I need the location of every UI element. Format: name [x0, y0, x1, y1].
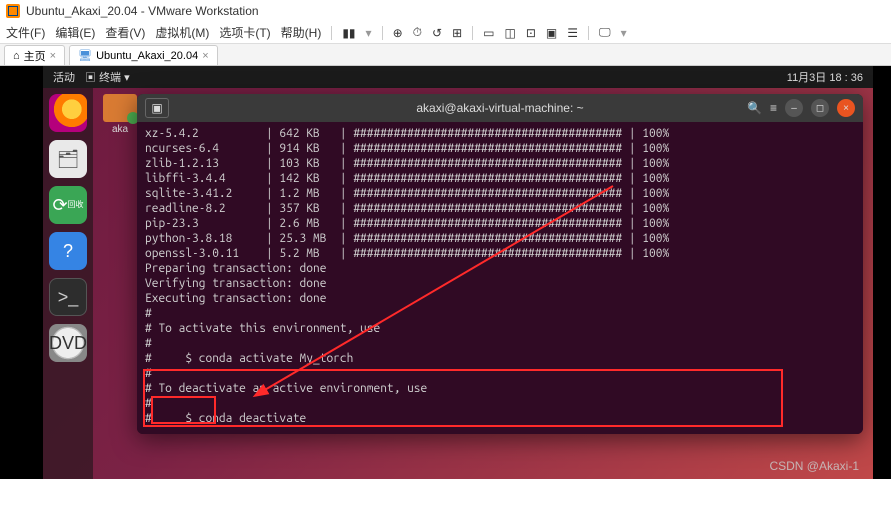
- separator: [382, 26, 383, 40]
- vmware-titlebar: Ubuntu_Akaxi_20.04 - VMware Workstation: [0, 0, 891, 22]
- focused-app-indicator[interactable]: ▣ 终端 ▾: [85, 69, 130, 85]
- tab-home[interactable]: ⌂ 主页 ×: [4, 45, 65, 65]
- separator: [588, 26, 589, 40]
- dock-files-icon[interactable]: 🗂: [49, 140, 87, 178]
- menu-view[interactable]: 查看(V): [105, 24, 145, 41]
- multimon-icon[interactable]: ▣: [546, 26, 557, 40]
- terminal-icon: ▣: [85, 72, 99, 84]
- snapshot-manager-icon[interactable]: ⊞: [452, 26, 462, 40]
- tab-vm-label: Ubuntu_Akaxi_20.04: [96, 50, 198, 62]
- separator: [472, 26, 473, 40]
- fullscreen-icon[interactable]: ▭: [483, 26, 494, 40]
- desktop-folder-label: aka: [112, 124, 128, 135]
- close-icon[interactable]: ×: [202, 50, 208, 62]
- dock-terminal-icon[interactable]: >_: [49, 278, 87, 316]
- activities-button[interactable]: 活动: [53, 69, 75, 85]
- snapshot-revert-icon[interactable]: ↺: [432, 26, 442, 40]
- vmware-tabstrip: ⌂ 主页 × 🖥 Ubuntu_Akaxi_20.04 ×: [0, 44, 891, 66]
- vm-dropdown-icon[interactable]: ▾: [366, 26, 372, 40]
- menu-vm[interactable]: 虚拟机(M): [155, 24, 209, 41]
- folder-icon: [103, 94, 137, 122]
- terminal-window[interactable]: ▣ akaxi@akaxi-virtual-machine: ~ 🔍 ≡ – ◻…: [137, 94, 863, 434]
- menu-edit[interactable]: 编辑(E): [55, 24, 95, 41]
- library-icon[interactable]: ☰: [567, 26, 578, 40]
- menu-tabs[interactable]: 选项卡(T): [219, 24, 270, 41]
- watermark: CSDN @Akaxi-1: [769, 459, 859, 473]
- close-icon[interactable]: ×: [50, 50, 56, 62]
- unity-icon[interactable]: ◫: [504, 26, 515, 40]
- snapshot-icon[interactable]: ⏱: [413, 25, 422, 40]
- pause-icon[interactable]: ▮▮: [342, 26, 355, 40]
- send-ctrlaltdel-icon[interactable]: ⊕: [393, 26, 403, 40]
- menu-file[interactable]: 文件(F): [6, 24, 45, 41]
- separator: [331, 26, 332, 40]
- guest-display: 活动 ▣ 终端 ▾ 11月3日 18 : 36 🗂 ⟳回收 ? >_ DVD a…: [0, 66, 891, 479]
- guest-letterbox-left: [0, 66, 43, 479]
- terminal-titlebar[interactable]: ▣ akaxi@akaxi-virtual-machine: ~ 🔍 ≡ – ◻…: [137, 94, 863, 122]
- dock-firefox-icon[interactable]: [49, 94, 87, 132]
- dock-help-icon[interactable]: ?: [49, 232, 87, 270]
- tab-vm[interactable]: 🖥 Ubuntu_Akaxi_20.04 ×: [69, 45, 218, 65]
- monitor-icon: 🖥: [78, 49, 92, 62]
- ubuntu-dock: 🗂 ⟳回收 ? >_ DVD: [43, 88, 93, 479]
- screenshot-dropdown-icon[interactable]: ▾: [621, 26, 627, 40]
- vmware-menubar: 文件(F) 编辑(E) 查看(V) 虚拟机(M) 选项卡(T) 帮助(H) ▮▮…: [0, 22, 891, 44]
- thumbnail-icon[interactable]: ⊡: [526, 26, 536, 40]
- home-icon: ⌂: [13, 50, 20, 62]
- terminal-title: akaxi@akaxi-virtual-machine: ~: [137, 101, 863, 115]
- desktop-folder[interactable]: aka: [103, 94, 137, 135]
- vmware-logo-icon: [6, 4, 20, 18]
- dock-software-icon[interactable]: ⟳回收: [49, 186, 87, 224]
- tab-home-label: 主页: [24, 48, 46, 64]
- ubuntu-desktop[interactable]: 活动 ▣ 终端 ▾ 11月3日 18 : 36 🗂 ⟳回收 ? >_ DVD a…: [43, 66, 873, 479]
- dock-dvd-icon[interactable]: DVD: [49, 324, 87, 362]
- screenshot-icon[interactable]: 🖵: [599, 25, 611, 40]
- terminal-output[interactable]: xz-5.4.2 | 642 KB | ####################…: [137, 122, 863, 434]
- menu-help[interactable]: 帮助(H): [281, 24, 322, 41]
- gnome-topbar: 活动 ▣ 终端 ▾ 11月3日 18 : 36: [43, 66, 873, 88]
- vmware-title-text: Ubuntu_Akaxi_20.04 - VMware Workstation: [26, 4, 259, 18]
- clock[interactable]: 11月3日 18 : 36: [787, 69, 863, 85]
- guest-letterbox-right: [873, 66, 891, 479]
